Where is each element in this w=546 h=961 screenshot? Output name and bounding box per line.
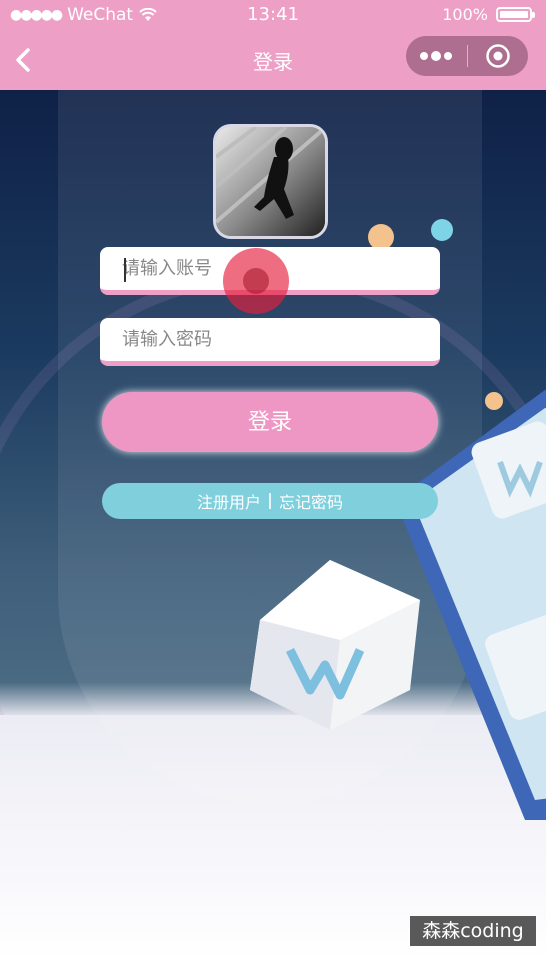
password-input[interactable]: [100, 318, 440, 366]
more-menu-button[interactable]: [406, 36, 467, 76]
battery-icon: [496, 7, 535, 22]
more-dots-icon: [420, 51, 453, 61]
register-link[interactable]: 注册用户: [189, 489, 269, 513]
text-cursor: [124, 258, 126, 282]
login-page: 登录 注册用户 忘记密码: [0, 90, 546, 961]
login-button[interactable]: 登录: [102, 392, 438, 452]
avatar-silhouette-image: [216, 127, 325, 236]
decor-w-cube: [250, 560, 420, 730]
avatar: [213, 124, 328, 239]
mini-program-capsule: [406, 36, 528, 76]
target-circle-icon: [486, 44, 510, 68]
account-links-bar: 注册用户 忘记密码: [102, 483, 438, 519]
battery-fill: [500, 11, 528, 18]
back-arrow-icon[interactable]: [10, 44, 38, 76]
forgot-password-link[interactable]: 忘记密码: [271, 489, 351, 513]
nav-bar: 登录: [0, 30, 546, 90]
touch-indicator: [223, 248, 289, 314]
status-bar: ●●●●● WeChat 13:41 100%: [0, 0, 546, 30]
decor-bubble: [431, 219, 453, 241]
video-watermark: 森森coding: [410, 916, 536, 946]
battery-percent: 100%: [442, 5, 488, 24]
close-mini-program-button[interactable]: [468, 36, 529, 76]
